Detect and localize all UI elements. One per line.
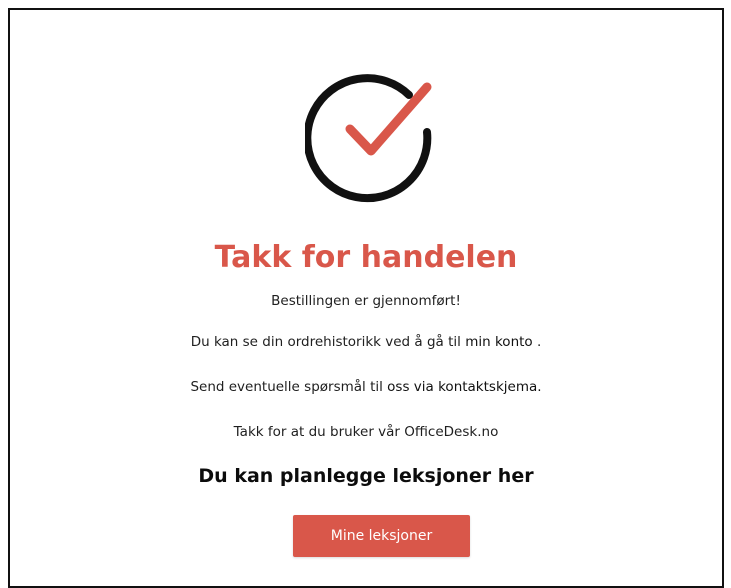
- my-account-link[interactable]: min konto: [465, 334, 532, 350]
- lessons-heading: Du kan planlegge leksjoner her: [198, 465, 534, 487]
- order-history-text: Du kan se din ordrehistorikk ved å gå ti…: [10, 334, 722, 350]
- my-lessons-button[interactable]: Mine leksjoner: [293, 515, 470, 557]
- checkmark-circle-icon: [303, 72, 445, 212]
- contact-form-link[interactable]: oss via kontaktskjema.: [387, 379, 541, 395]
- questions-prefix: Send eventuelle spørsmål til: [190, 379, 383, 395]
- page-title: Takk for handelen: [214, 240, 518, 275]
- thanks-text: Takk for at du bruker vår OfficeDesk.no: [233, 424, 499, 440]
- order-history-suffix: .: [532, 334, 542, 350]
- order-history-prefix: Du kan se din ordrehistorikk ved å gå ti…: [190, 334, 461, 350]
- questions-text: Send eventuelle spørsmål til oss via kon…: [10, 379, 722, 395]
- order-complete-text: Bestillingen er gjennomført!: [271, 293, 461, 309]
- confirmation-panel: Takk for handelen Bestillingen er gjenno…: [8, 8, 724, 588]
